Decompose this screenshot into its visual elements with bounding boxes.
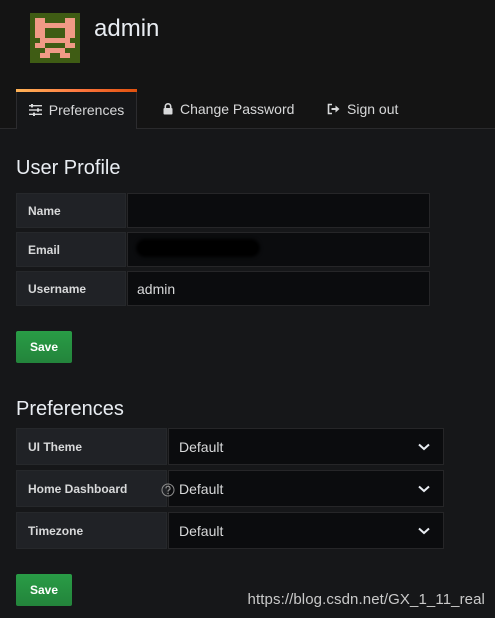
name-row: Name [16, 193, 430, 228]
user-name: admin [94, 15, 160, 42]
sliders-icon [28, 103, 42, 116]
tab-sign-out[interactable]: Sign out [327, 89, 398, 128]
watermark: https://blog.csdn.net/GX_1_11_real [247, 591, 485, 608]
tab-change-password[interactable]: Change Password [163, 89, 294, 128]
timezone-value: Default [179, 522, 224, 539]
sign-out-icon [327, 103, 340, 114]
user-profile-title: User Profile [16, 157, 121, 179]
ui-theme-select[interactable]: Default [168, 428, 444, 465]
name-label: Name [16, 193, 126, 228]
home-dashboard-label-cell: Home Dashboard [16, 470, 175, 507]
username-input[interactable] [127, 271, 430, 306]
tab-preferences[interactable]: Preferences [16, 89, 137, 129]
timezone-label: Timezone [16, 512, 167, 549]
home-dashboard-row: Home Dashboard Default [16, 470, 444, 507]
lock-icon [163, 102, 173, 114]
profile-save-button[interactable]: Save [16, 331, 72, 363]
ui-theme-value: Default [179, 438, 224, 455]
tab-bar: Preferences Change Password Sign out [0, 89, 495, 129]
home-dashboard-value: Default [179, 480, 224, 497]
page-header: admin Preferences Change Password Sign o… [0, 0, 495, 129]
timezone-select[interactable]: Default [168, 512, 444, 549]
chevron-down-icon [418, 485, 430, 492]
question-circle-icon[interactable] [161, 483, 175, 497]
username-row: Username [16, 271, 430, 306]
email-label: Email [16, 232, 126, 267]
chevron-down-icon [418, 443, 430, 450]
tab-sign-out-label: Sign out [347, 100, 399, 117]
redacted-email-mark [136, 239, 260, 257]
preferences-title: Preferences [16, 398, 124, 420]
name-input[interactable] [127, 193, 430, 228]
tab-preferences-label: Preferences [48, 101, 125, 118]
avatar [30, 13, 80, 63]
username-label: Username [16, 271, 126, 306]
timezone-row: Timezone Default [16, 512, 444, 549]
ui-theme-label: UI Theme [16, 428, 167, 465]
tab-change-password-label: Change Password [180, 100, 295, 117]
preferences-save-button[interactable]: Save [16, 574, 72, 606]
home-dashboard-select[interactable]: Default [168, 470, 444, 507]
chevron-down-icon [418, 527, 430, 534]
ui-theme-row: UI Theme Default [16, 428, 444, 465]
home-dashboard-label: Home Dashboard [28, 481, 128, 496]
